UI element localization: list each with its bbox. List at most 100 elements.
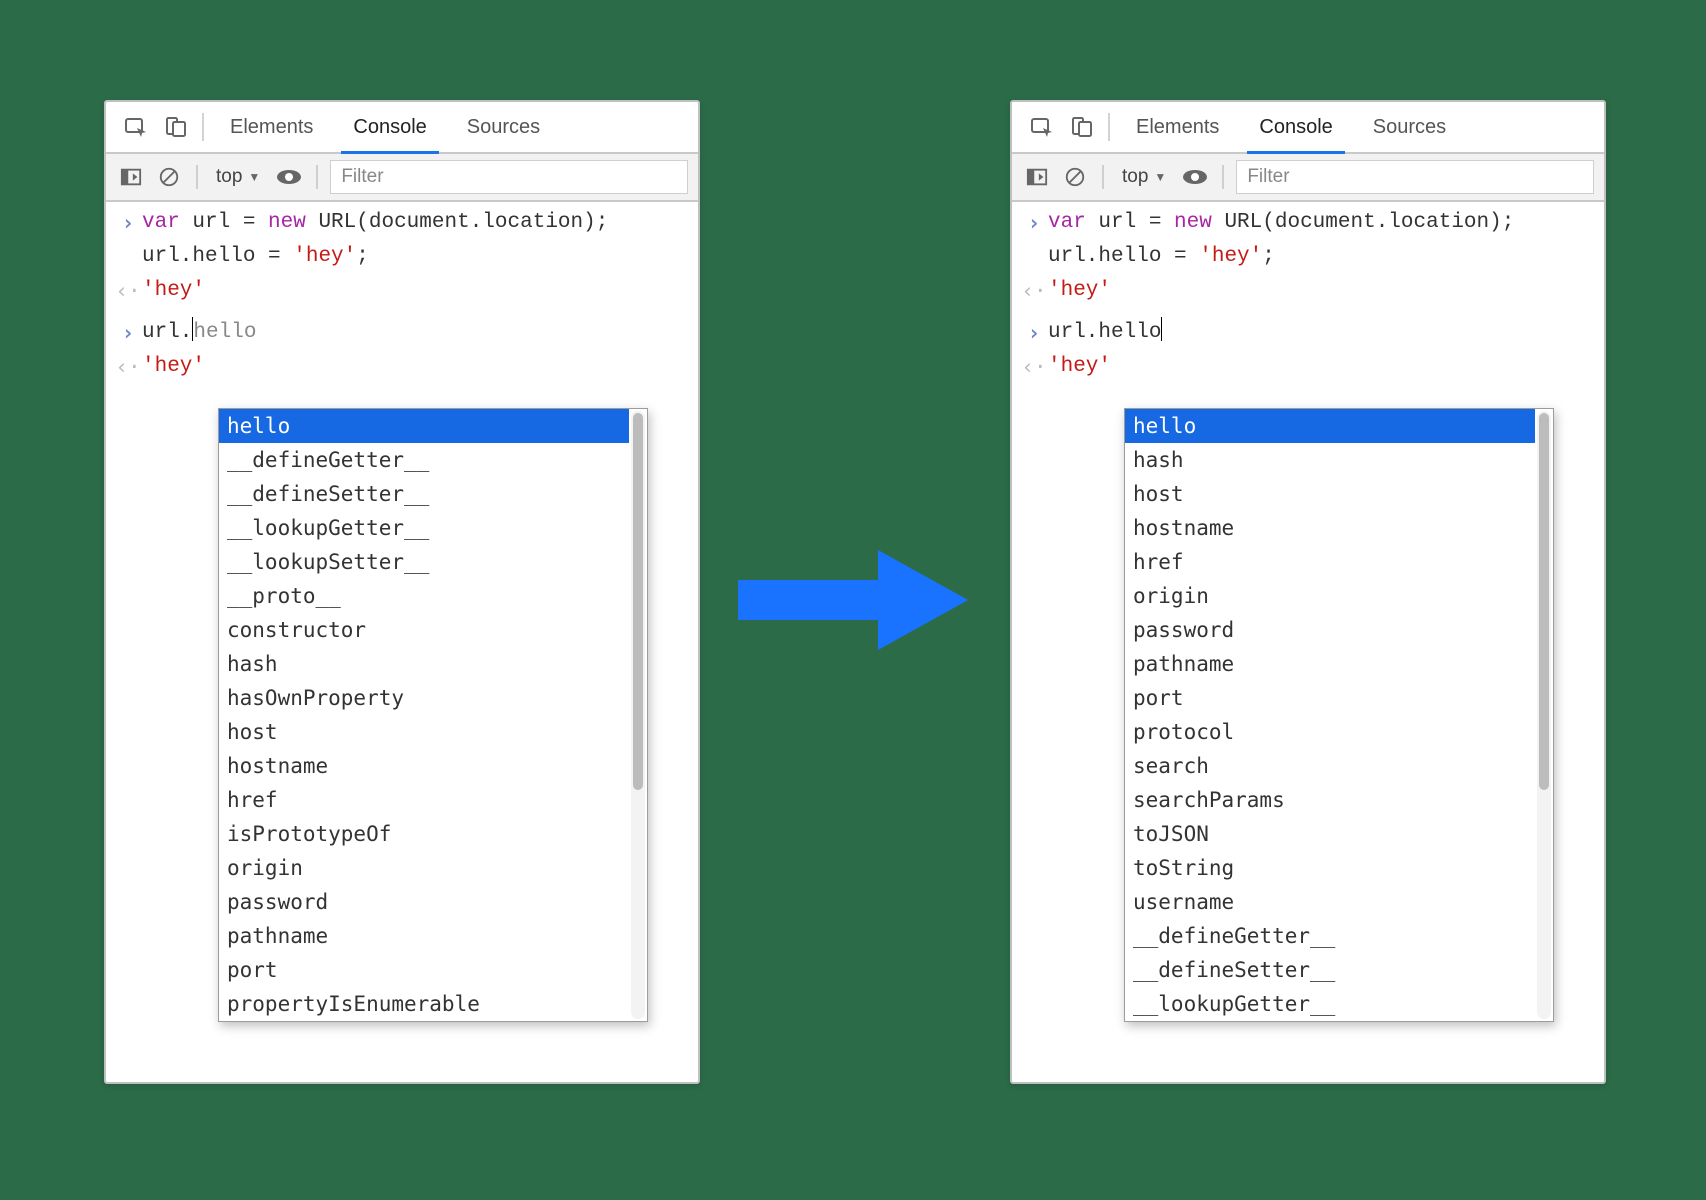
autocomplete-item[interactable]: __defineGetter__ <box>219 443 629 477</box>
context-picker[interactable]: top ▼ <box>210 166 266 188</box>
console-output-row: ‹· 'hey' <box>106 274 698 308</box>
autocomplete-item[interactable]: __proto__ <box>219 579 629 613</box>
autocomplete-item[interactable]: port <box>219 953 629 987</box>
autocomplete-item[interactable]: hash <box>1125 443 1535 477</box>
filter-input[interactable]: Filter <box>330 160 688 194</box>
output-chevron-icon: ‹· <box>1020 274 1048 308</box>
output-value: 'hey' <box>1048 274 1111 308</box>
autocomplete-item[interactable]: __lookupGetter__ <box>219 511 629 545</box>
autocomplete-item[interactable]: hash <box>219 647 629 681</box>
scrollbar-thumb[interactable] <box>633 413 643 790</box>
preview-value: 'hey' <box>142 350 205 384</box>
live-expression-icon[interactable] <box>274 162 304 192</box>
chevron-down-icon: ▼ <box>248 170 260 184</box>
console-preview-row: ‹· 'hey' <box>106 350 698 384</box>
console-prompt-row[interactable]: › url.hello <box>1012 316 1604 350</box>
autocomplete-item[interactable]: searchParams <box>1125 783 1535 817</box>
autocomplete-item[interactable]: host <box>219 715 629 749</box>
prompt-code[interactable]: url.hello <box>1048 316 1162 350</box>
scrollbar-thumb[interactable] <box>1539 413 1549 790</box>
autocomplete-item[interactable]: pathname <box>219 919 629 953</box>
code-line-1: var url = new URL(document.location); <box>1048 206 1514 240</box>
text-cursor <box>1161 317 1162 341</box>
autocomplete-item[interactable]: propertyIsEnumerable <box>219 987 629 1021</box>
autocomplete-item[interactable]: password <box>1125 613 1535 647</box>
autocomplete-item[interactable]: hasOwnProperty <box>219 681 629 715</box>
context-label: top <box>1122 166 1148 188</box>
input-chevron-icon: › <box>1020 206 1048 240</box>
inspect-element-icon[interactable] <box>1022 107 1062 147</box>
divider <box>1102 165 1104 189</box>
tab-elements[interactable]: Elements <box>210 102 333 152</box>
autocomplete-item[interactable]: protocol <box>1125 715 1535 749</box>
console-prompt-row[interactable]: › url.hello <box>106 316 698 350</box>
scrollbar[interactable] <box>631 411 645 1019</box>
autocomplete-item[interactable]: __defineSetter__ <box>1125 953 1535 987</box>
console-input-row: › var url = new URL(document.location); <box>106 206 698 240</box>
autocomplete-item[interactable]: pathname <box>1125 647 1535 681</box>
autocomplete-item[interactable]: __lookupSetter__ <box>219 545 629 579</box>
inspect-element-icon[interactable] <box>116 107 156 147</box>
autocomplete-item[interactable]: __defineGetter__ <box>1125 919 1535 953</box>
autocomplete-list[interactable]: hello hashhosthostnamehreforiginpassword… <box>1125 409 1553 1021</box>
code-line-2: url.hello = 'hey'; <box>142 240 369 274</box>
console-sidebar-toggle-icon[interactable] <box>116 162 146 192</box>
autocomplete-item[interactable]: host <box>1125 477 1535 511</box>
autocomplete-popup[interactable]: hello hashhosthostnamehreforiginpassword… <box>1124 408 1554 1022</box>
code-line-1: var url = new URL(document.location); <box>142 206 608 240</box>
autocomplete-item[interactable]: port <box>1125 681 1535 715</box>
tab-sources[interactable]: Sources <box>1353 102 1466 152</box>
filter-placeholder: Filter <box>1247 166 1289 188</box>
device-toolbar-icon[interactable] <box>1062 107 1102 147</box>
console-input-row: › var url = new URL(document.location); <box>1012 206 1604 240</box>
tab-console[interactable]: Console <box>1239 102 1352 152</box>
autocomplete-item[interactable]: search <box>1125 749 1535 783</box>
clear-console-icon[interactable] <box>1060 162 1090 192</box>
devtools-panel-after: Elements Console Sources top ▼ Filter <box>1010 100 1606 1084</box>
input-chevron-icon: › <box>114 206 142 240</box>
output-chevron-icon: ‹· <box>114 350 142 384</box>
autocomplete-item[interactable]: isPrototypeOf <box>219 817 629 851</box>
output-chevron-icon: ‹· <box>1020 350 1048 384</box>
live-expression-icon[interactable] <box>1180 162 1210 192</box>
autocomplete-list[interactable]: hello __defineGetter____defineSetter____… <box>219 409 647 1021</box>
context-label: top <box>216 166 242 188</box>
autocomplete-item[interactable]: hostname <box>1125 511 1535 545</box>
code-line-2: url.hello = 'hey'; <box>1048 240 1275 274</box>
devtools-panel-before: Elements Console Sources top ▼ Filter <box>104 100 700 1084</box>
filter-input[interactable]: Filter <box>1236 160 1594 194</box>
console-toolbar: top ▼ Filter <box>1012 154 1604 202</box>
autocomplete-item[interactable]: href <box>219 783 629 817</box>
scrollbar[interactable] <box>1537 411 1551 1019</box>
device-toolbar-icon[interactable] <box>156 107 196 147</box>
tab-elements[interactable]: Elements <box>1116 102 1239 152</box>
autocomplete-popup[interactable]: hello __defineGetter____defineSetter____… <box>218 408 648 1022</box>
console-sidebar-toggle-icon[interactable] <box>1022 162 1052 192</box>
autocomplete-item[interactable]: origin <box>1125 579 1535 613</box>
autocomplete-item[interactable]: username <box>1125 885 1535 919</box>
tab-console[interactable]: Console <box>333 102 446 152</box>
clear-console-icon[interactable] <box>154 162 184 192</box>
autocomplete-item[interactable]: __defineSetter__ <box>219 477 629 511</box>
console-output: › var url = new URL(document.location); … <box>106 202 698 384</box>
prompt-code[interactable]: url.hello <box>142 316 256 350</box>
console-toolbar: top ▼ Filter <box>106 154 698 202</box>
output-value: 'hey' <box>142 274 205 308</box>
divider <box>196 165 198 189</box>
tab-bar: Elements Console Sources <box>106 102 698 154</box>
autocomplete-item[interactable]: password <box>219 885 629 919</box>
context-picker[interactable]: top ▼ <box>1116 166 1172 188</box>
divider <box>202 113 204 141</box>
autocomplete-item-selected[interactable]: hello <box>219 409 629 443</box>
input-chevron-icon: › <box>1020 316 1048 350</box>
autocomplete-item[interactable]: toString <box>1125 851 1535 885</box>
autocomplete-item[interactable]: toJSON <box>1125 817 1535 851</box>
autocomplete-item[interactable]: origin <box>219 851 629 885</box>
autocomplete-item[interactable]: constructor <box>219 613 629 647</box>
autocomplete-item[interactable]: href <box>1125 545 1535 579</box>
tab-sources[interactable]: Sources <box>447 102 560 152</box>
autocomplete-item[interactable]: __lookupGetter__ <box>1125 987 1535 1021</box>
autocomplete-item[interactable]: hostname <box>219 749 629 783</box>
output-chevron-icon: ‹· <box>114 274 142 308</box>
autocomplete-item-selected[interactable]: hello <box>1125 409 1535 443</box>
